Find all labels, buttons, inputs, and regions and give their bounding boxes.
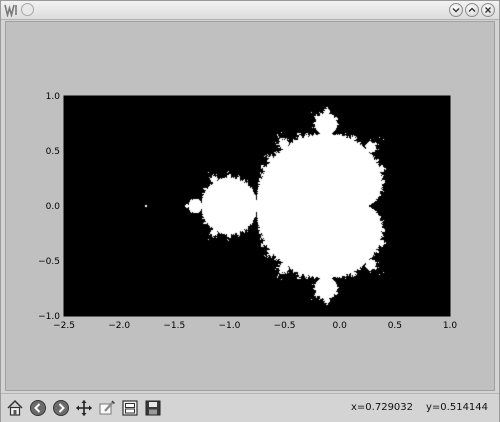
x-tick-label: 0.0: [333, 321, 348, 331]
wm-logo-icon[interactable]: [4, 3, 18, 17]
forward-button[interactable]: [51, 398, 71, 418]
pan-button[interactable]: [74, 398, 94, 418]
back-button[interactable]: [28, 398, 48, 418]
forward-icon: [53, 400, 69, 416]
y-tick-label: −0.5: [38, 257, 60, 267]
title-bar[interactable]: [1, 1, 499, 20]
subplots-icon: [122, 400, 138, 416]
x-tick-label: 1.0: [443, 321, 458, 331]
minimize-icon[interactable]: [449, 3, 463, 17]
y-tick-label: 0.0: [46, 202, 61, 212]
x-tick-label: −0.5: [274, 321, 296, 331]
y-tick-label: 0.5: [46, 147, 60, 157]
window-menu-icon[interactable]: [21, 3, 34, 16]
home-button[interactable]: [5, 398, 25, 418]
x-tick-label: −2.5: [53, 321, 75, 331]
maximize-icon[interactable]: [465, 3, 479, 17]
x-tick-label: 0.5: [388, 321, 402, 331]
home-icon: [7, 399, 23, 416]
back-icon: [30, 400, 46, 416]
cursor-x-readout: x=0.729032: [351, 402, 414, 413]
zoom-button[interactable]: [97, 398, 117, 418]
navigation-toolbar: x=0.729032 y=0.514144: [1, 393, 499, 422]
x-tick-label: −1.0: [218, 321, 240, 331]
y-tick-label: −1.0: [38, 312, 60, 322]
figure-canvas[interactable]: −2.5 −2.0 −1.5 −1.0 −0.5 0.0 0.5 1.0 1.0 0.5 0.0 −…: [5, 21, 495, 391]
plot-axes: [63, 95, 451, 317]
zoom-icon: [99, 400, 116, 415]
figure-window: −2.5 −2.0 −1.5 −1.0 −0.5 0.0 0.5 1.0 1.0 0.5 0.0 −…: [0, 0, 500, 422]
x-tick-label: −1.5: [163, 321, 185, 331]
y-tick-label: 1.0: [46, 92, 61, 102]
cursor-y-readout: y=0.514144: [426, 402, 489, 413]
x-tick-label: −2.0: [108, 321, 130, 331]
save-button[interactable]: [143, 398, 163, 418]
mandelbrot-plot[interactable]: −2.5 −2.0 −1.5 −1.0 −0.5 0.0 0.5 1.0 1.0 0.5 0.0 −…: [6, 22, 494, 390]
close-icon[interactable]: [481, 3, 495, 17]
mandelbrot-image: [64, 96, 450, 316]
save-icon: [145, 400, 161, 416]
subplots-button[interactable]: [120, 398, 140, 418]
pan-icon: [76, 400, 92, 416]
